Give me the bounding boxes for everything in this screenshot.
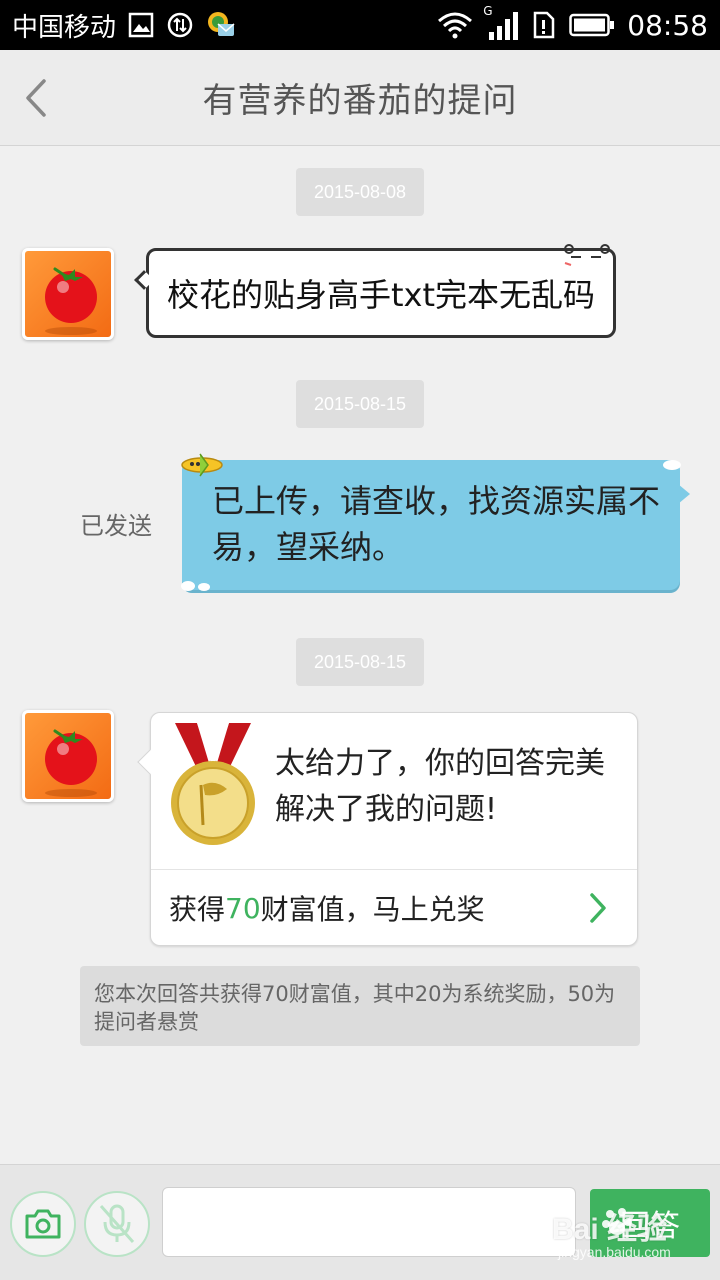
clock: 08:58: [627, 8, 708, 42]
status-bar-left: 中国移动: [12, 7, 236, 44]
camera-button[interactable]: [10, 1191, 76, 1257]
reward-amount: 70: [225, 891, 261, 925]
asker-avatar[interactable]: [22, 710, 114, 802]
voice-button[interactable]: [84, 1191, 150, 1257]
title-bar: 有营养的番茄的提问: [0, 50, 720, 146]
status-bar-right: G 08:58: [437, 4, 708, 42]
carrier-label: 中国移动: [12, 12, 117, 43]
answer-text: 已上传，请查收，找资源实属不易，望采纳。: [212, 482, 661, 566]
date-chip: 2015-08-08: [296, 168, 424, 216]
sent-status-label: 已发送: [80, 512, 152, 540]
reward-notice: 您本次回答共获得70财富值，其中20为系统奖励，50为提问者悬赏: [80, 966, 640, 1046]
bubble-decoration-icon: [564, 244, 610, 266]
award-card: 太给力了，你的回答完美解决了我的问题! 获得 70 财富值，马上兑奖: [137, 712, 638, 946]
reward-prefix: 获得: [169, 893, 226, 926]
answer-button[interactable]: 回答: [590, 1189, 710, 1257]
microphone-disabled-icon: [99, 1204, 135, 1243]
bubble-tail: [678, 484, 690, 504]
redeem-reward-link[interactable]: 获得 70 财富值，马上兑奖: [151, 870, 637, 946]
back-button[interactable]: [14, 72, 58, 124]
bubble-tail: [134, 270, 154, 290]
wifi-icon: [437, 11, 473, 39]
date-chip: 2015-08-15: [296, 638, 424, 686]
input-bar: 回答: [0, 1164, 720, 1280]
tomato-icon: [45, 729, 97, 797]
airplane-icon: [181, 453, 223, 477]
message-app-icon: [206, 10, 236, 40]
question-bubble: 校花的贴身高手txt完本无乱码: [134, 244, 616, 338]
chevron-right-icon: [590, 893, 606, 923]
question-text: 校花的贴身高手txt完本无乱码: [166, 276, 596, 314]
cloud-icon: [663, 460, 681, 470]
sim-alert-icon: [531, 11, 557, 39]
status-bar: 中国移动 G 08:58: [0, 0, 720, 50]
signal-icon: G: [483, 4, 519, 40]
reward-suffix: 财富值，马上兑奖: [260, 893, 485, 926]
data-sync-icon: [166, 11, 194, 39]
battery-icon: [569, 13, 615, 37]
page-title: 有营养的番茄的提问: [202, 81, 518, 121]
network-type-label: G: [483, 4, 493, 18]
reply-input[interactable]: [162, 1187, 576, 1257]
gold-medal-icon: [171, 723, 255, 845]
award-message-area: 太给力了，你的回答完美解决了我的问题!: [151, 713, 637, 869]
tomato-icon: [45, 267, 97, 335]
back-chevron-icon: [26, 79, 46, 117]
answer-bubble: 已上传，请查收，找资源实属不易，望采纳。: [181, 453, 690, 591]
award-message: 太给力了，你的回答完美解决了我的问题!: [275, 746, 605, 827]
date-chip: 2015-08-15: [296, 380, 424, 428]
asker-avatar[interactable]: [22, 248, 114, 340]
camera-icon: [25, 1209, 61, 1239]
image-notification-icon: [128, 12, 154, 38]
cloud-icon: [181, 581, 210, 591]
